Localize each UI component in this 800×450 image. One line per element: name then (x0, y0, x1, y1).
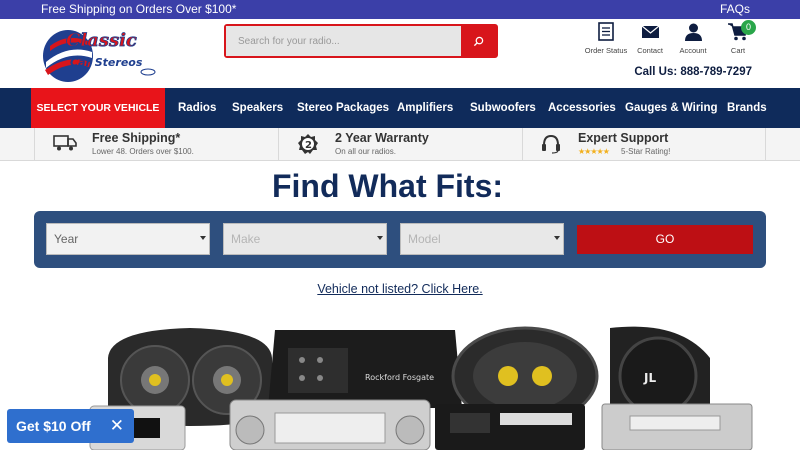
announcement-bar: Free Shipping on Orders Over $100* FAQs (0, 0, 800, 19)
nav-item-accessories[interactable]: Accessories (548, 88, 616, 128)
warranty-sub: On all our radios. (335, 147, 396, 156)
nav-item-subwoofers[interactable]: Subwoofers (470, 88, 536, 128)
account-link[interactable]: Account (675, 22, 711, 55)
select-your-vehicle-button[interactable]: SELECT YOUR VEHICLE (31, 88, 165, 128)
get-10-off-tab[interactable]: Get $10 Off ✕ (7, 409, 134, 443)
faqs-link[interactable]: FAQs (720, 2, 750, 16)
products-hero-image: Rockford Fosgate JL (89, 326, 753, 450)
free-shipping-title: Free Shipping* (92, 131, 181, 145)
vehicle-finder: Year Make Model GO (34, 211, 766, 268)
model-select-value: Model (408, 232, 441, 246)
search-icon (473, 36, 484, 46)
order-status-link[interactable]: Order Status (583, 22, 629, 55)
envelope-icon (641, 25, 659, 38)
go-button[interactable]: GO (577, 225, 753, 254)
warranty-badge-icon: 2 (298, 134, 318, 154)
amp-brand-label: Rockford Fosgate (365, 373, 434, 382)
get-10-off-label: Get $10 Off (16, 418, 91, 434)
svg-text:Classic: Classic (66, 30, 137, 51)
order-status-label: Order Status (584, 46, 628, 55)
benefit-warranty: 2 2 Year Warranty On all our radios. (278, 128, 522, 161)
account-label: Account (679, 46, 707, 55)
nav-item-speakers[interactable]: Speakers (232, 88, 283, 128)
search-input[interactable] (226, 26, 462, 56)
svg-text:2: 2 (305, 140, 312, 151)
nav-item-stereo-packages[interactable]: Stereo Packages (297, 88, 389, 128)
clipboard-icon (598, 22, 614, 41)
nav-item-brands[interactable]: Brands (727, 88, 767, 128)
benefit-expert-support: Expert Support ★★★★★ 5-Star Rating! (522, 128, 766, 161)
cart-link[interactable]: 0 Cart (722, 20, 756, 55)
main-nav: SELECT YOUR VEHICLE Radios Speakers Ster… (0, 88, 800, 128)
find-what-fits-title: Find What Fits: (271, 168, 504, 204)
chevron-down-icon (200, 236, 206, 240)
year-select-value: Year (54, 232, 79, 246)
model-select[interactable]: Model (400, 223, 564, 255)
search-button[interactable] (461, 26, 496, 56)
truck-icon (53, 135, 77, 151)
nav-item-amplifiers[interactable]: Amplifiers (397, 88, 453, 128)
benefits-strip: Free Shipping* Lower 48. Orders over $10… (0, 128, 800, 161)
chevron-down-icon (377, 236, 383, 240)
nav-item-radios[interactable]: Radios (178, 88, 216, 128)
site-logo[interactable]: Classic Car Stereos (40, 24, 166, 84)
user-icon (684, 23, 702, 41)
contact-label: Contact (637, 46, 663, 55)
svg-text:Car Stereos: Car Stereos (70, 56, 143, 69)
cart-label: Cart (730, 46, 746, 55)
contact-link[interactable]: Contact (632, 22, 668, 55)
svg-text:JL: JL (643, 371, 656, 385)
close-icon[interactable]: ✕ (110, 416, 124, 436)
headset-icon (542, 134, 560, 154)
star-rating-icon: ★★★★★ (578, 147, 610, 156)
free-shipping-promo[interactable]: Free Shipping on Orders Over $100* (41, 2, 236, 16)
cart-count-badge: 0 (741, 20, 756, 35)
expert-support-sub: 5-Star Rating! (621, 147, 671, 156)
site-header: Classic Car Stereos Order Status Contact (0, 19, 800, 88)
benefit-free-shipping: Free Shipping* Lower 48. Orders over $10… (34, 128, 278, 161)
vehicle-not-listed-link[interactable]: Vehicle not listed? Click Here. (0, 282, 800, 296)
search-box (224, 24, 498, 58)
expert-support-title: Expert Support (578, 131, 669, 145)
make-select-value: Make (231, 232, 261, 246)
nav-item-gauges-wiring[interactable]: Gauges & Wiring (625, 88, 718, 128)
make-select[interactable]: Make (223, 223, 387, 255)
year-select[interactable]: Year (46, 223, 210, 255)
chevron-down-icon (554, 236, 560, 240)
warranty-title: 2 Year Warranty (335, 131, 429, 145)
call-us-phone[interactable]: Call Us: 888-789-7297 (634, 66, 752, 78)
free-shipping-sub: Lower 48. Orders over $100. (92, 147, 194, 156)
